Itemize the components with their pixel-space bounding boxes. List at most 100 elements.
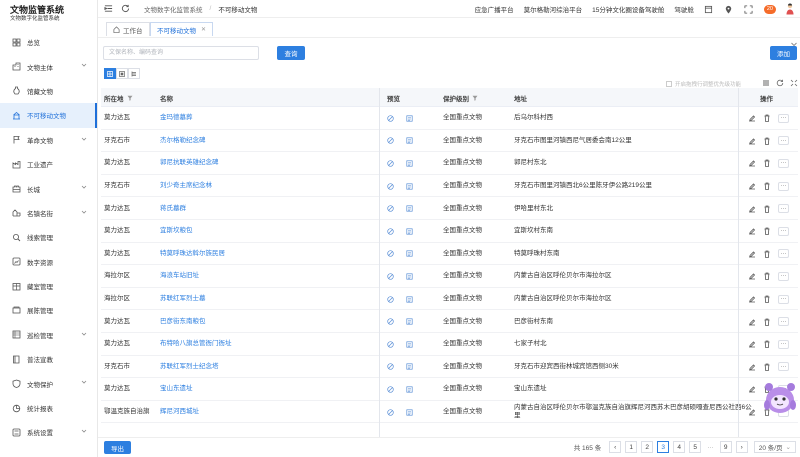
sidebar-item[interactable]: 普法宣教 — [0, 347, 97, 371]
cell-name-link[interactable]: 辉尼河西城址 — [160, 401, 199, 424]
sidebar-item[interactable]: 名镇名街 — [0, 201, 97, 225]
preview-off-icon[interactable] — [387, 408, 394, 416]
delete-icon[interactable] — [763, 272, 771, 281]
table-row[interactable]: 海拉尔区 苏联红军烈士墓 全国重点文物 内蒙古自治区呼伦贝尔市海拉尔区 ··· — [101, 288, 798, 311]
column-settings-icon[interactable] — [790, 79, 798, 87]
tab-close-icon[interactable]: ✕ — [201, 26, 206, 33]
sidebar-item[interactable]: 工业遗产 — [0, 152, 97, 176]
link-emergency-broadcast[interactable]: 应急广播平台 — [475, 4, 514, 14]
cell-preview[interactable] — [406, 130, 413, 153]
document-icon[interactable] — [406, 137, 413, 144]
cell-preview[interactable] — [387, 378, 394, 401]
sidebar-item[interactable]: 不可移动文物 — [0, 103, 97, 128]
cell-name-link[interactable]: 苏联红军烈士纪念塔 — [160, 356, 219, 379]
prev-page-button[interactable]: ‹ — [609, 441, 622, 453]
cell-name-link[interactable]: 宝山东遗址 — [160, 378, 193, 401]
table-row[interactable]: 牙克石市 苏联红军烈士纪念塔 全国重点文物 牙克石市迎宾西街林城宾馆西侧30米 ··· — [101, 356, 798, 379]
sidebar-item[interactable]: 统计报表 — [0, 396, 97, 420]
cell-name-link[interactable]: 巴彦街东南粮包 — [160, 310, 206, 333]
edit-icon[interactable] — [748, 182, 756, 190]
cell-preview[interactable] — [387, 220, 394, 243]
delete-icon[interactable] — [763, 295, 771, 303]
delete-icon[interactable] — [763, 227, 771, 236]
cell-preview[interactable] — [406, 220, 413, 243]
preview-off-icon[interactable] — [387, 182, 394, 190]
document-icon[interactable] — [406, 318, 413, 325]
cell-preview[interactable] — [406, 401, 413, 424]
cell-preview[interactable] — [387, 310, 394, 333]
tab-immovable-relics[interactable]: 不可移动文物 ✕ — [150, 22, 214, 36]
cell-name-link[interactable]: 海浪车站旧址 — [160, 265, 199, 288]
cell-preview[interactable] — [387, 333, 394, 356]
sidebar-item[interactable]: 线索管理 — [0, 225, 97, 249]
preview-off-icon[interactable] — [387, 318, 394, 325]
preview-off-icon[interactable] — [387, 205, 394, 212]
cell-preview[interactable] — [387, 130, 394, 153]
refresh-icon[interactable] — [776, 79, 784, 87]
more-actions-button[interactable]: ··· — [778, 249, 789, 259]
link-culture-circle-cockpit[interactable]: 15分钟文化圈设备驾驶舱 — [592, 4, 664, 14]
cell-preview[interactable] — [406, 310, 413, 333]
delete-icon[interactable] — [763, 137, 771, 145]
link-cockpit[interactable]: 驾驶舱 — [674, 4, 694, 14]
table-view-icon[interactable] — [104, 68, 116, 79]
document-icon[interactable] — [406, 250, 413, 257]
page-size-select[interactable]: 20 条/页 ⌄ — [753, 441, 796, 453]
cell-preview[interactable] — [387, 243, 394, 266]
next-page-button[interactable]: › — [735, 441, 748, 453]
table-row[interactable]: 莫力达瓦 郭尼抗联英雄纪念碑 全国重点文物 郭尼村东北 ··· — [101, 152, 798, 175]
preview-off-icon[interactable] — [387, 295, 394, 303]
cell-preview[interactable] — [406, 265, 413, 288]
sidebar-item[interactable]: 总览 — [0, 30, 97, 54]
delete-icon[interactable] — [763, 340, 771, 349]
cell-name-link[interactable]: 布特哈八旗总管衙门衙址 — [160, 333, 232, 356]
breadcrumb-root[interactable]: 文物数字化监管系统 — [144, 4, 203, 14]
sidebar-item[interactable]: 长城 — [0, 176, 97, 200]
tab-workbench[interactable]: 工作台 — [106, 22, 150, 36]
edit-icon[interactable] — [748, 227, 756, 235]
edit-icon[interactable] — [748, 114, 756, 122]
more-actions-button[interactable]: ··· — [778, 226, 789, 236]
page-number-button[interactable]: 2 — [641, 441, 654, 453]
page-number-button[interactable]: 4 — [673, 441, 686, 453]
document-icon[interactable] — [406, 408, 413, 416]
more-actions-button[interactable]: ··· — [778, 294, 789, 304]
screen-icon[interactable] — [704, 5, 713, 14]
link-river-platform[interactable]: 莫尔格勒河综治平台 — [524, 4, 583, 14]
edit-icon[interactable] — [748, 408, 756, 416]
page-number-button[interactable]: 1 — [625, 441, 638, 453]
more-actions-button[interactable]: ··· — [778, 136, 789, 146]
more-actions-button[interactable]: ··· — [778, 204, 789, 214]
assistant-mascot-icon[interactable] — [762, 378, 798, 418]
checkbox-box[interactable] — [666, 81, 672, 87]
cell-name-link[interactable]: 杰尔格勒纪念碑 — [160, 130, 206, 153]
sidebar-item[interactable]: 藏室管理 — [0, 274, 97, 298]
query-button[interactable]: 查询 — [277, 46, 305, 60]
add-button[interactable]: 添加 — [770, 46, 797, 60]
cell-name-link[interactable]: 刘少奇主席纪念林 — [160, 175, 212, 198]
cell-preview[interactable] — [387, 107, 394, 130]
filter-icon[interactable] — [127, 95, 133, 101]
cell-name-link[interactable]: 特莫呼珠达斡尔族民居 — [160, 243, 225, 266]
edit-icon[interactable] — [748, 250, 756, 258]
table-row[interactable]: 牙克石市 刘少奇主席纪念林 全国重点文物 牙克石市图里河镇西北6公里陈牙伊公路219公… — [101, 175, 798, 198]
document-icon[interactable] — [406, 205, 413, 212]
more-actions-button[interactable]: ··· — [778, 362, 789, 372]
edit-icon[interactable] — [748, 137, 756, 145]
cell-preview[interactable] — [387, 265, 394, 288]
edit-icon[interactable] — [748, 340, 756, 348]
page-number-button[interactable]: 5 — [689, 441, 702, 453]
delete-icon[interactable] — [763, 114, 771, 123]
fullscreen-icon[interactable] — [744, 4, 753, 14]
page-ellipsis[interactable]: ··· — [707, 444, 714, 451]
cell-preview[interactable] — [406, 152, 413, 175]
notification-badge[interactable]: 20 — [763, 4, 776, 14]
sidebar-item[interactable]: 展陈管理 — [0, 298, 97, 322]
cell-preview[interactable] — [387, 401, 394, 424]
cell-preview[interactable] — [406, 378, 413, 401]
cell-preview[interactable] — [406, 175, 413, 198]
preview-off-icon[interactable] — [387, 341, 394, 348]
document-icon[interactable] — [406, 363, 413, 370]
table-row[interactable]: 莫力达瓦 特莫呼珠达斡尔族民居 全国重点文物 特莫呼珠村东南 ··· — [101, 243, 798, 266]
location-icon[interactable] — [724, 5, 733, 14]
